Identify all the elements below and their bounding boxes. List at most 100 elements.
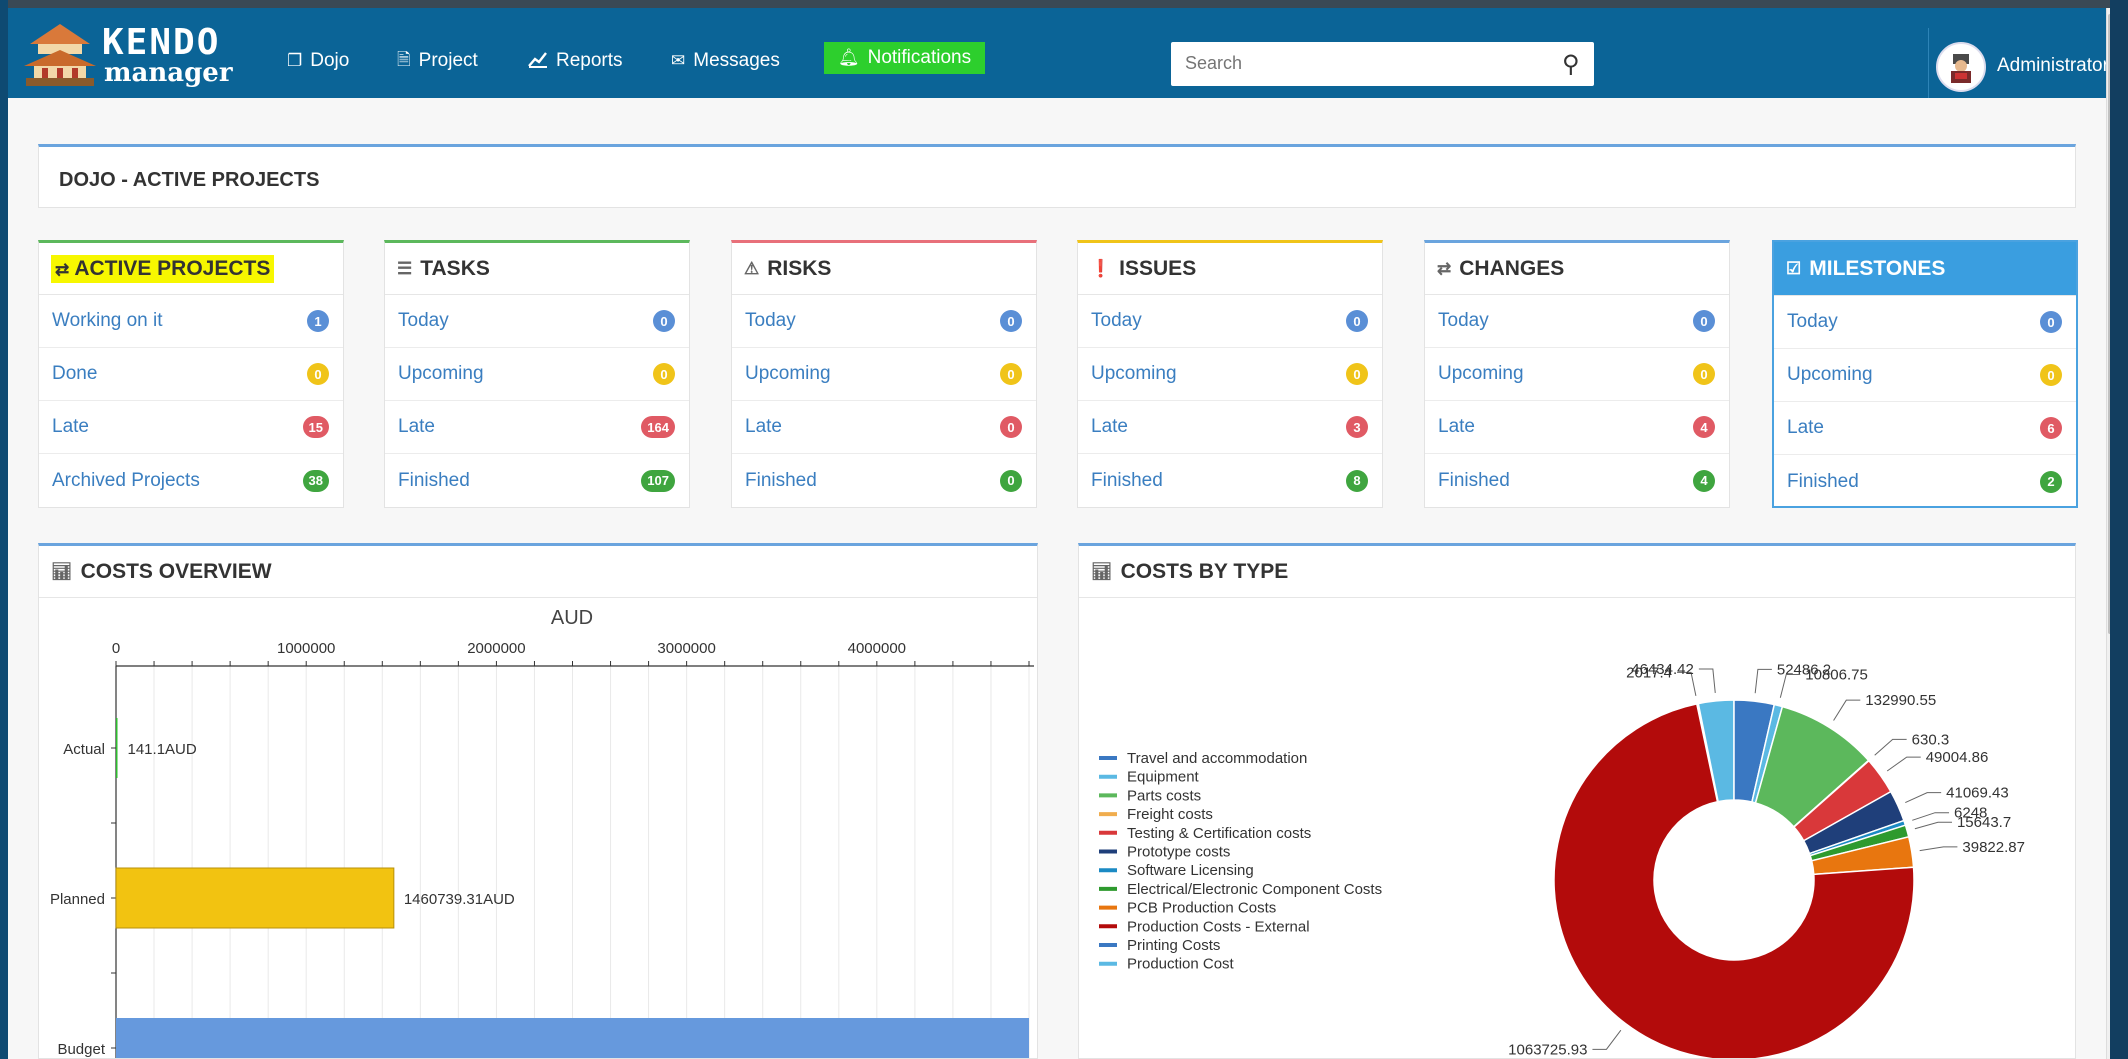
card-row[interactable]: Today 0 [1425, 295, 1729, 348]
card-row[interactable]: Late 164 [385, 401, 689, 454]
card-row-label: Late [745, 416, 782, 437]
card-row-label: Done [52, 363, 98, 384]
nav-reports[interactable]: Reports [528, 46, 623, 76]
nav-reports-label: Reports [556, 50, 623, 71]
card-title: CHANGES [1459, 256, 1565, 280]
card-title: MILESTONES [1809, 256, 1946, 280]
card-row[interactable]: Late 3 [1078, 401, 1382, 454]
costs-overview-chart: AUD 0 1000000 2000000 3000000 4000000 Actual 14… [50, 607, 1034, 1059]
card-row[interactable]: Late 15 [39, 401, 343, 454]
card-row[interactable]: Finished 0 [732, 454, 1036, 507]
legend-label: Parts costs [1127, 787, 1201, 804]
card-row-label: Finished [745, 469, 817, 491]
card-row-label: Today [1091, 310, 1142, 331]
bell-icon: 🔔︎ [838, 48, 860, 67]
pagoda-logo-icon [24, 24, 96, 86]
count-badge: 38 [302, 469, 329, 492]
card-row[interactable]: Today 0 [385, 295, 689, 348]
card-row[interactable]: Upcoming 0 [1078, 348, 1382, 401]
envelope-icon: ✉ [671, 51, 686, 70]
card-header: ⇄ CHANGES [1425, 243, 1729, 295]
count-badge: 8 [1346, 469, 1368, 492]
card-milestones: ☑ MILESTONES Today 0 Upcoming 0 Late 6 Fini… [1772, 240, 2078, 508]
legend-label: Freight costs [1127, 806, 1213, 823]
legend-label: Production Cost [1127, 956, 1235, 973]
pie-leader-line [1912, 812, 1950, 821]
card-tasks: ☰ TASKS Today 0 Upcoming 0 Late 164 Finishe… [384, 240, 690, 508]
count-badge: 4 [1693, 469, 1715, 492]
avatar[interactable] [1936, 42, 1986, 92]
card-row[interactable]: Working on it 1 [39, 295, 343, 348]
card-header: ⇄ ACTIVE PROJECTS [39, 243, 343, 295]
nav-notifications-label: Notifications [867, 47, 972, 68]
pie-leader-line [1886, 756, 1921, 772]
card-row[interactable]: Late 6 [1774, 402, 2076, 455]
nav-messages-label: Messages [693, 50, 780, 71]
samurai-avatar-icon [1939, 45, 1983, 89]
logo[interactable]: KENDO manager [22, 22, 233, 88]
card-header: ⚠ RISKS [732, 243, 1036, 295]
card-title: RISKS [767, 256, 832, 280]
legend-label: Software Licensing [1127, 862, 1254, 879]
nav-project[interactable]: 🗎 Project [397, 46, 478, 76]
search-input[interactable] [1185, 42, 1545, 84]
card-row-label: Today [398, 310, 449, 331]
card-risks: ⚠ RISKS Today 0 Upcoming 0 Late 0 Finished 0 [731, 240, 1037, 508]
tasks-icon: ☰ [397, 258, 413, 278]
card-row-label: Upcoming [1091, 363, 1177, 384]
legend-label: Testing & Certification costs [1127, 825, 1311, 842]
x-tick-label: 3000000 [657, 640, 715, 657]
card-row[interactable]: Late 0 [732, 401, 1036, 454]
legend-label: Prototype costs [1127, 844, 1230, 861]
card-row[interactable]: Upcoming 0 [385, 348, 689, 401]
card-row-label: Finished [1438, 469, 1510, 491]
pie-data-label: 630.3 [1912, 731, 1950, 748]
card-row-label: Today [745, 310, 796, 331]
y-tick-label: Planned [50, 891, 105, 908]
copy-icon: ❐ [287, 51, 303, 70]
card-row-label: Upcoming [745, 363, 831, 384]
nav-messages[interactable]: ✉ Messages [671, 46, 780, 76]
card-changes: ⇄ CHANGES Today 0 Upcoming 0 Late 4 Finishe… [1424, 240, 1730, 508]
card-header: ☑ MILESTONES [1774, 242, 2076, 296]
user-name[interactable]: Administrator [1997, 55, 2109, 77]
check-square-icon: ☑ [1786, 258, 1802, 278]
card-row[interactable]: Finished 8 [1078, 454, 1382, 507]
nav-notifications[interactable]: 🔔︎ Notifications [824, 42, 986, 74]
pie-leader-line [1874, 738, 1907, 756]
card-row[interactable]: Finished 2 [1774, 455, 2076, 508]
pie-data-label: 15643.7 [1957, 814, 2011, 831]
card-row[interactable]: Today 0 [732, 295, 1036, 348]
card-row[interactable]: Today 0 [1078, 295, 1382, 348]
count-badge: 2 [2040, 470, 2062, 493]
count-badge: 0 [1000, 310, 1022, 332]
card-row[interactable]: Done 0 [39, 348, 343, 401]
card-row-label: Late [1787, 417, 1824, 438]
costs-overview-panel: 📊︎ COSTS OVERVIEW AUD 0 1000000 2000000 3000… [38, 543, 1038, 1059]
pie-leader-line [1592, 1029, 1622, 1050]
card-title-highlight: ⇄ ACTIVE PROJECTS [51, 254, 275, 283]
card-row[interactable]: Upcoming 0 [732, 348, 1036, 401]
window-top-border [0, 0, 2110, 8]
card-row-label: Upcoming [1438, 363, 1524, 384]
x-tick-label: 0 [112, 640, 120, 657]
card-row-label: Today [1438, 310, 1489, 331]
card-row[interactable]: Late 4 [1425, 401, 1729, 454]
count-badge: 0 [307, 363, 329, 385]
card-row[interactable]: Finished 107 [385, 454, 689, 507]
card-row[interactable]: Archived Projects 38 [39, 454, 343, 507]
card-title: TASKS [420, 256, 490, 280]
count-badge: 164 [641, 416, 675, 438]
logo-title: KENDO [102, 22, 221, 63]
card-row[interactable]: Today 0 [1774, 296, 2076, 349]
nav-dojo[interactable]: ❐ Dojo [287, 46, 349, 76]
card-row[interactable]: Upcoming 0 [1425, 348, 1729, 401]
card-row-label: Upcoming [398, 363, 484, 384]
right-background [2110, 0, 2128, 1059]
search-icon[interactable]: ⚲ [1562, 50, 1580, 79]
bar-data-label: 1460739.31AUD [404, 891, 515, 908]
pie-leader-line [1698, 668, 1716, 693]
card-row[interactable]: Upcoming 0 [1774, 349, 2076, 402]
legend-label: Electrical/Electronic Component Costs [1127, 881, 1382, 898]
card-row[interactable]: Finished 4 [1425, 454, 1729, 507]
